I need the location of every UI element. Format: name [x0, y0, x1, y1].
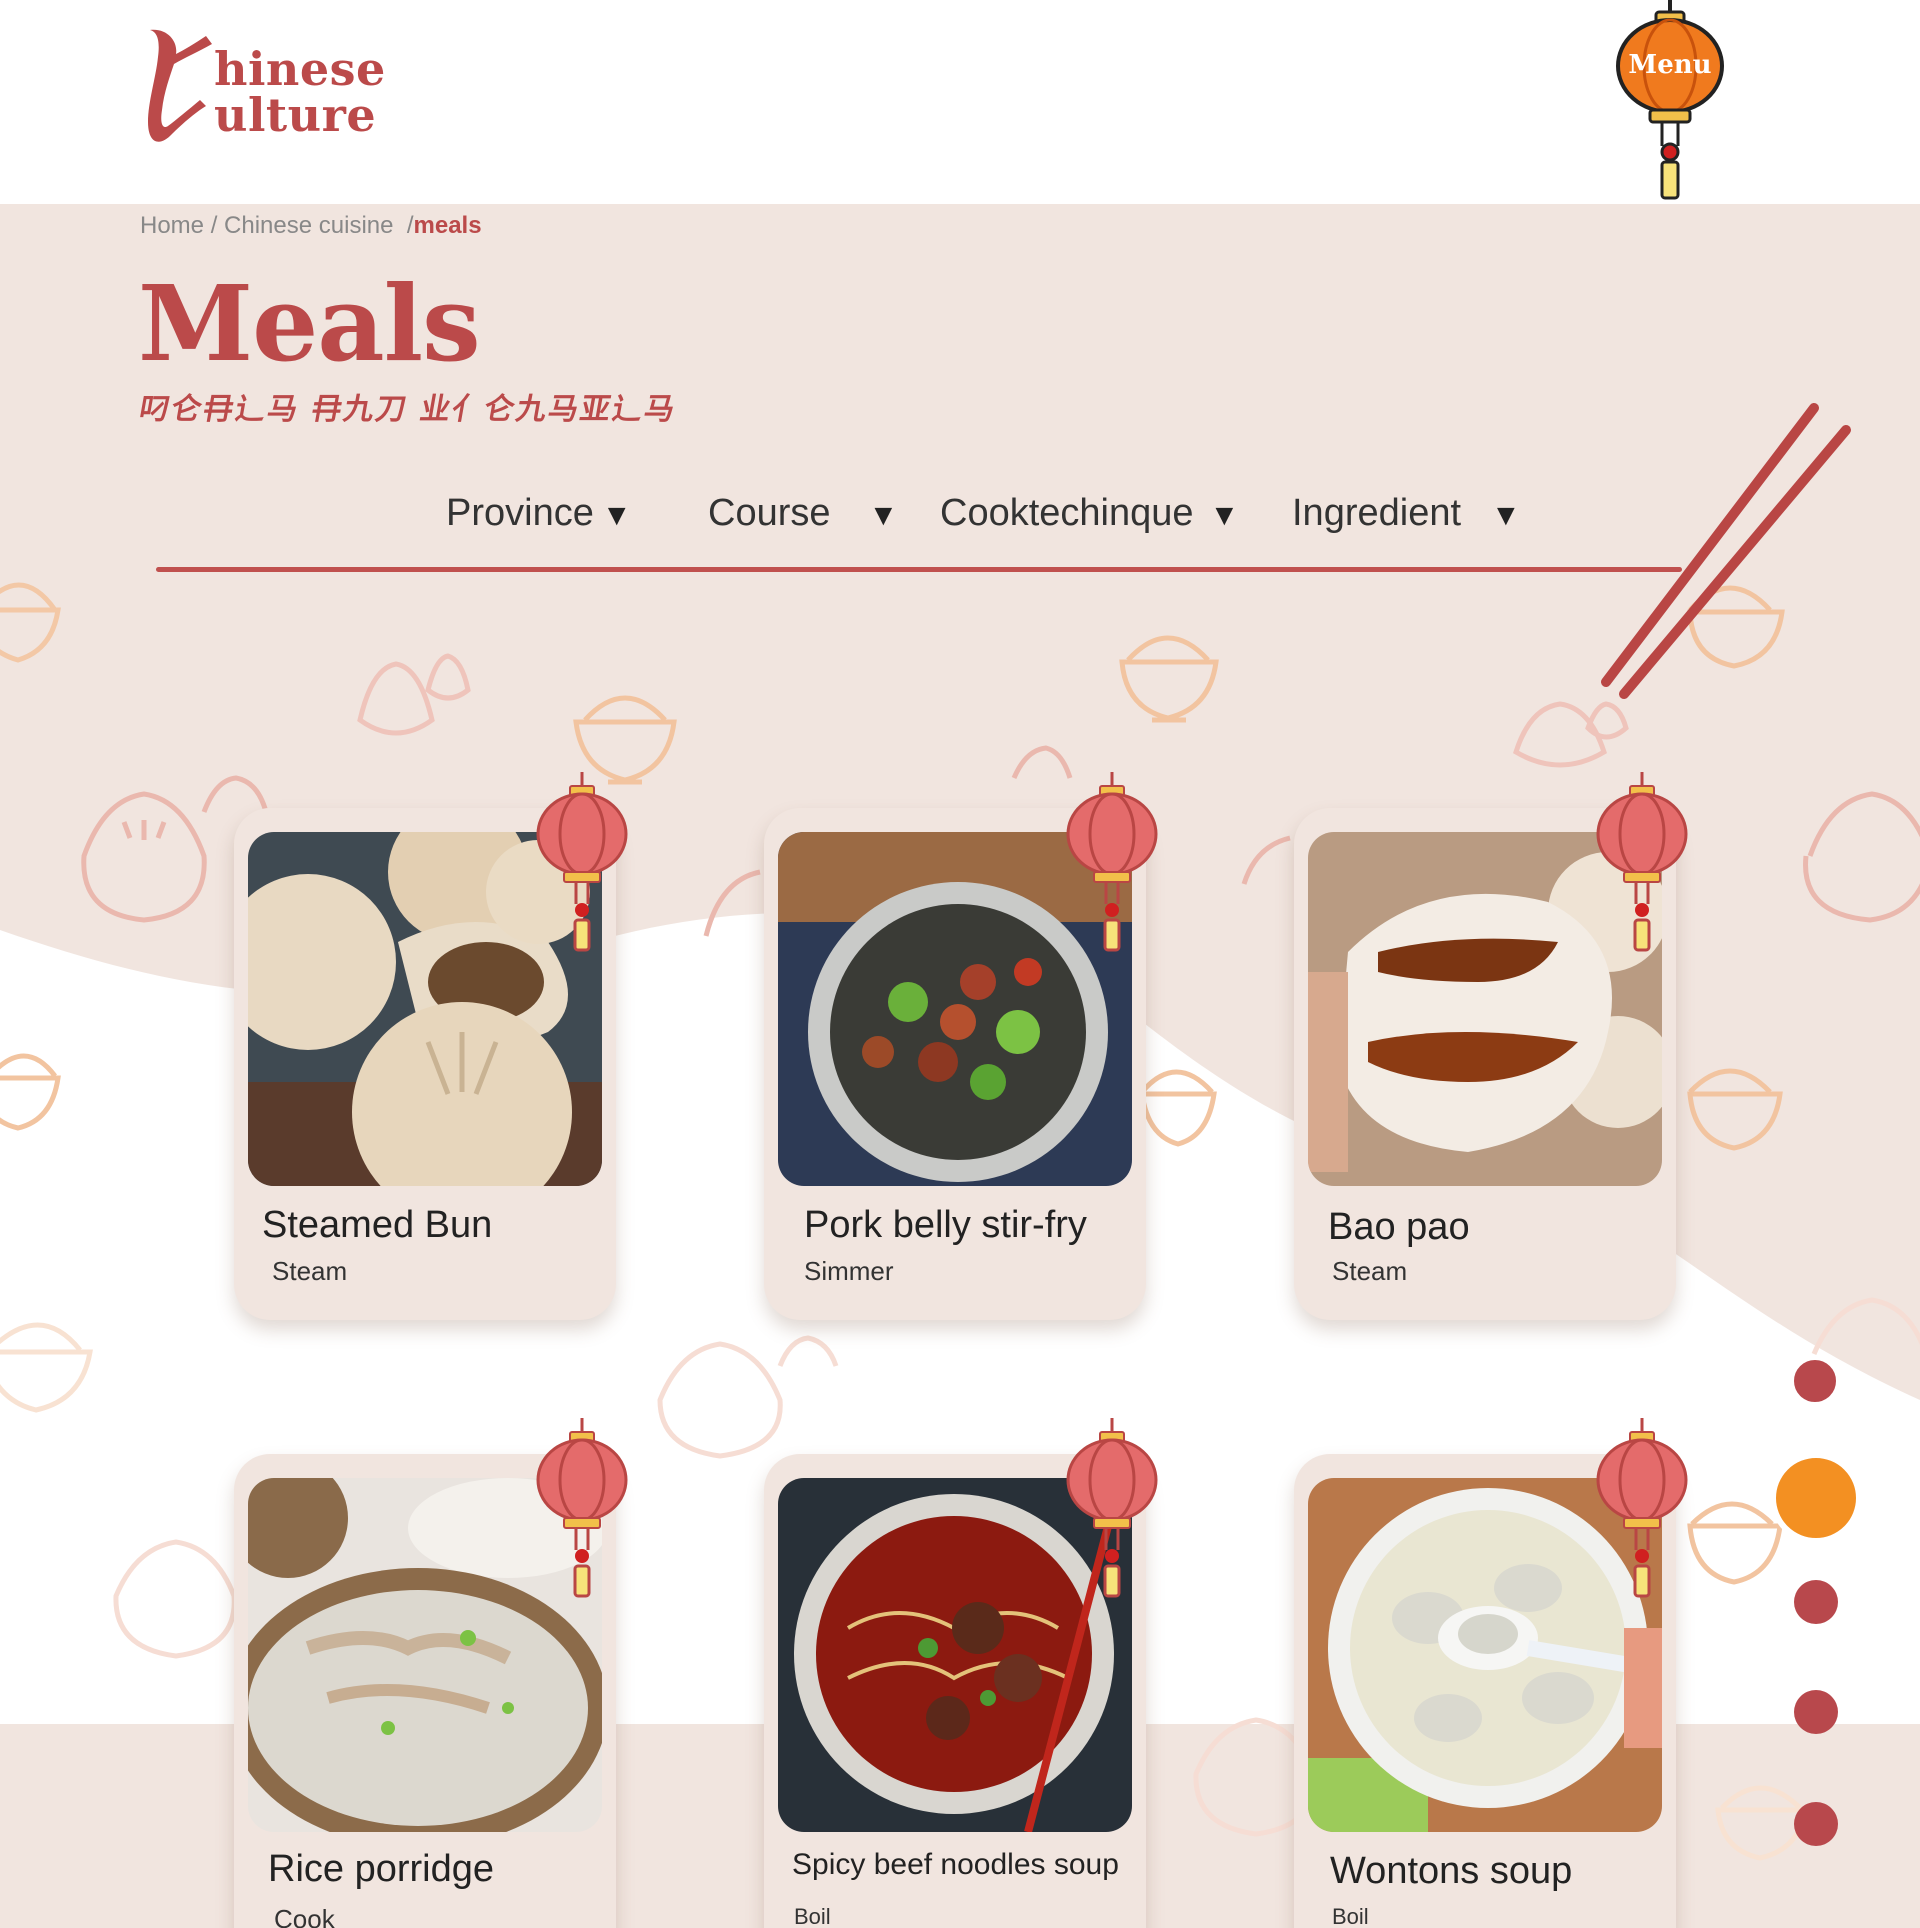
pager-dot-5[interactable]: [1794, 1802, 1838, 1846]
meal-cook-method: Boil: [794, 1904, 831, 1928]
meal-card-bao-pao[interactable]: Bao pao Steam: [1294, 772, 1688, 1320]
meal-name: Steamed Bun: [262, 1204, 493, 1246]
pager-dot-2-active[interactable]: [1770, 1452, 1862, 1544]
site-logo[interactable]: hinese ulture: [140, 22, 385, 152]
breadcrumb-current: meals: [413, 212, 482, 239]
page-subtitle: 叼仑冄辶马 冄九刀 业亻仑九马亚辶马: [136, 392, 680, 427]
filter-province-dropdown[interactable]: Province ▼: [446, 492, 632, 535]
meal-name: Rice porridge: [268, 1848, 494, 1890]
meal-card-wontons-soup[interactable]: Wontons soup Boil: [1294, 1418, 1688, 1928]
dropdown-arrow-icon: ▼: [1209, 499, 1240, 532]
meal-name: Pork belly stir-fry: [804, 1204, 1087, 1246]
breadcrumb: Home / Chinese cuisine /meals: [140, 212, 482, 240]
meal-name: Wontons soup: [1330, 1850, 1573, 1892]
logo-brush-c-icon: [148, 29, 212, 142]
lantern-decoration-icon: [1066, 1418, 1158, 1598]
meal-cook-method: Steam: [1332, 1256, 1408, 1286]
meal-card-pork-belly-stir-fry[interactable]: Pork belly stir-fry Simmer: [764, 772, 1158, 1320]
breadcrumb-separator: /: [393, 212, 414, 239]
meal-name: Bao pao: [1328, 1206, 1470, 1248]
dropdown-arrow-icon: ▼: [868, 499, 899, 532]
filter-label: Ingredient: [1292, 492, 1462, 534]
breadcrumb-separator: /: [204, 212, 225, 239]
pager-dot-3[interactable]: [1794, 1580, 1838, 1624]
breadcrumb-home-link[interactable]: Home: [140, 212, 204, 239]
pager-dot-1[interactable]: [1790, 1356, 1840, 1406]
menu-label: Menu: [1628, 50, 1712, 80]
chopsticks-icon: [1601, 403, 1851, 699]
logo-text-line2: ulture: [214, 88, 377, 142]
filter-label: Course: [708, 492, 831, 534]
meal-card-spicy-beef-noodles-soup[interactable]: Spicy beef noodles soup Boil: [764, 1418, 1158, 1928]
meal-cook-method: Steam: [272, 1256, 348, 1286]
lantern-menu-icon: [1616, 0, 1724, 200]
page-title: Meals: [138, 262, 481, 385]
meal-name: Spicy beef noodles soup: [792, 1848, 1119, 1881]
dropdown-arrow-icon: ▼: [601, 499, 632, 532]
lantern-decoration-icon: [1596, 1418, 1688, 1598]
menu-button[interactable]: Menu: [1612, 0, 1732, 204]
lantern-decoration-icon: [1596, 772, 1688, 952]
lantern-decoration-icon: [536, 1418, 628, 1598]
meal-cook-method: Cook: [274, 1904, 335, 1928]
pager-dot-4[interactable]: [1794, 1690, 1838, 1734]
site-header: hinese ulture Menu: [0, 0, 1920, 204]
meal-cook-method: Boil: [1332, 1904, 1369, 1928]
meal-card-steamed-bun[interactable]: Steamed Bun Steam: [234, 772, 628, 1320]
lantern-decoration-icon: [1066, 772, 1158, 952]
lantern-decoration-icon: [536, 772, 628, 952]
filter-ingredient-dropdown[interactable]: Ingredient ▼: [1292, 492, 1521, 535]
filter-label: Cooktechinque: [940, 492, 1194, 534]
dropdown-arrow-icon: ▼: [1491, 499, 1521, 532]
breadcrumb-section-link[interactable]: Chinese cuisine: [224, 212, 393, 239]
meal-cook-method: Simmer: [804, 1256, 894, 1286]
meal-card-rice-porridge[interactable]: Rice porridge Cook: [234, 1418, 628, 1928]
bowl-decoration-icon: [0, 582, 61, 663]
filter-cooktechnique-dropdown[interactable]: Cooktechinque ▼: [940, 492, 1239, 535]
filter-divider: [156, 567, 1682, 572]
filter-course-dropdown[interactable]: Course ▼: [708, 492, 898, 535]
filter-label: Province: [446, 492, 594, 534]
